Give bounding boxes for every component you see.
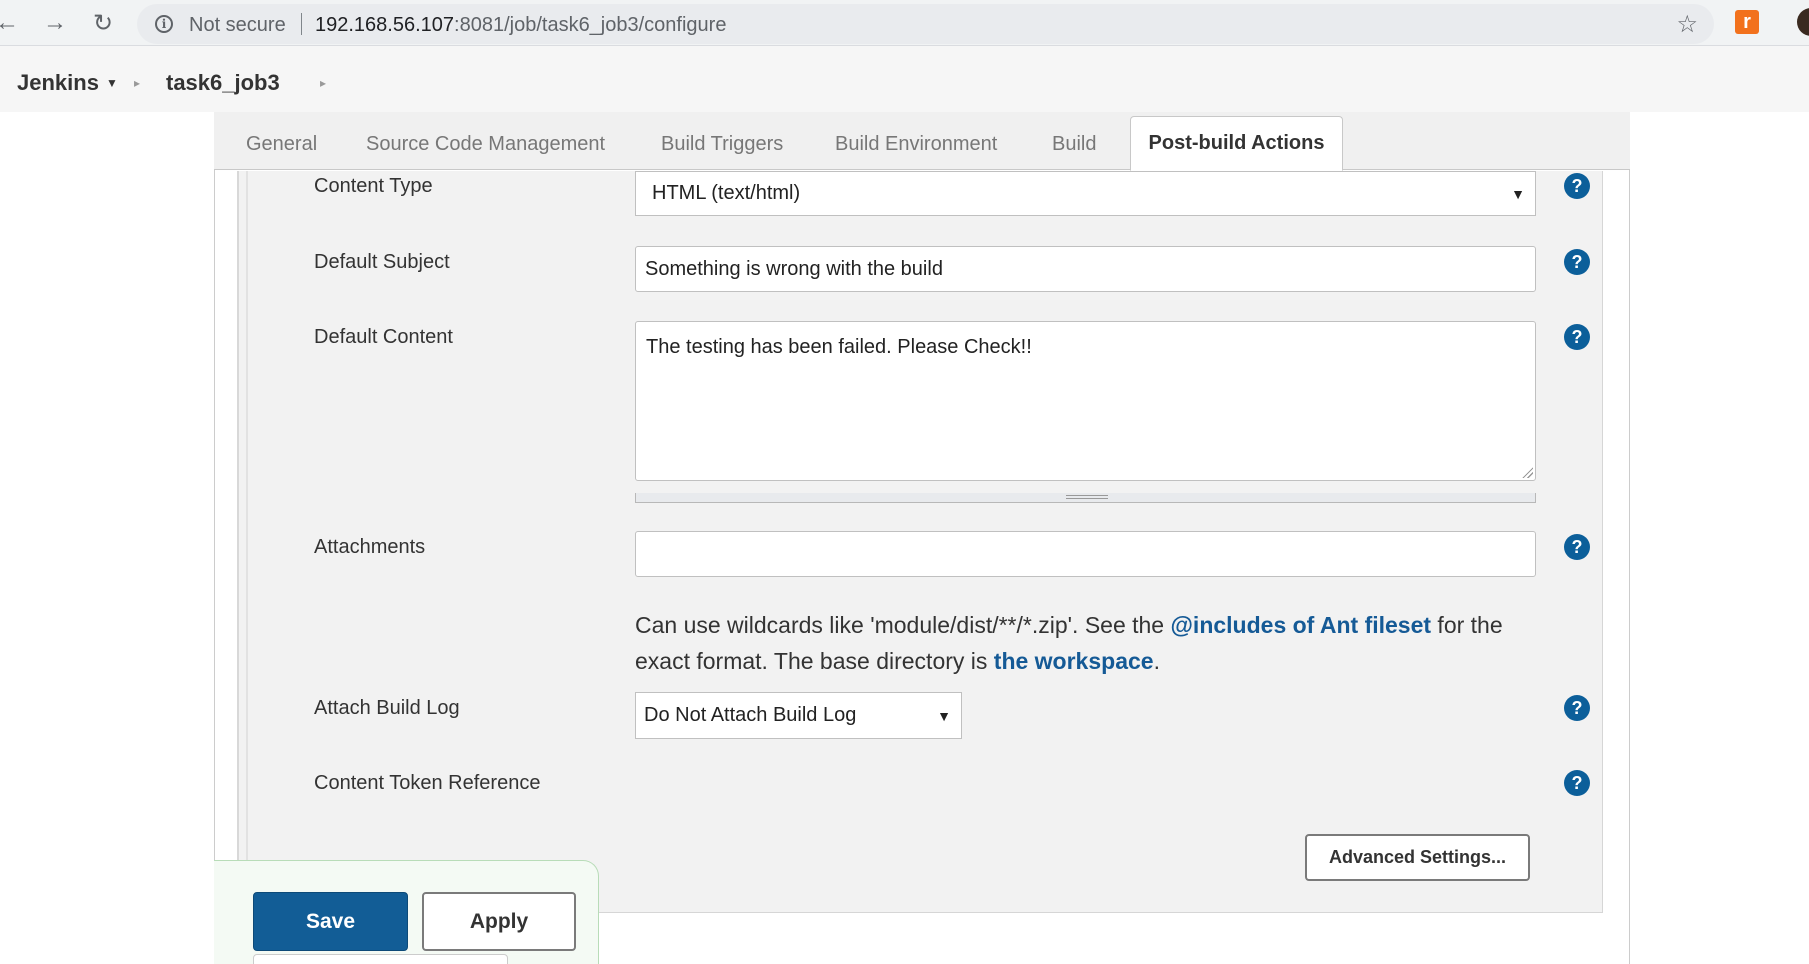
- help-icon[interactable]: ?: [1564, 534, 1590, 560]
- tab-source-code-management[interactable]: Source Code Management: [366, 133, 605, 156]
- extension-icon[interactable]: r: [1735, 10, 1759, 34]
- attachments-help-text: Can use wildcards like 'module/dist/**/*…: [635, 607, 1545, 679]
- content-type-select[interactable]: HTML (text/html) ▼: [635, 171, 1536, 216]
- help-text-part: Can use wildcards like 'module/dist/**/*…: [635, 612, 1171, 638]
- address-bar[interactable]: i Not secure 192.168.56.107:8081/job/tas…: [137, 4, 1714, 44]
- forward-icon[interactable]: →: [40, 8, 70, 38]
- back-icon[interactable]: ←: [0, 8, 22, 38]
- textarea-resize-bar[interactable]: [635, 493, 1536, 503]
- tab-build-triggers[interactable]: Build Triggers: [661, 133, 783, 156]
- dropdown-arrow-icon: ▼: [937, 707, 951, 724]
- attach-build-log-label: Attach Build Log: [314, 697, 460, 719]
- help-text-part: .: [1153, 648, 1160, 674]
- dropdown-arrow-icon: ▼: [1511, 185, 1525, 202]
- default-subject-label: Default Subject: [314, 251, 450, 273]
- attach-build-log-select[interactable]: Do Not Attach Build Log ▼: [635, 692, 962, 739]
- resize-handle-icon[interactable]: [1066, 495, 1108, 499]
- tab-build-environment[interactable]: Build Environment: [835, 133, 997, 156]
- advanced-settings-button[interactable]: Advanced Settings...: [1305, 834, 1530, 881]
- breadcrumb-jenkins[interactable]: Jenkins: [17, 70, 99, 96]
- default-content-textarea[interactable]: The testing has been failed. Please Chec…: [635, 321, 1536, 481]
- attachments-input[interactable]: [635, 531, 1536, 577]
- apply-button[interactable]: Apply: [422, 892, 576, 951]
- tab-general[interactable]: General: [246, 133, 317, 156]
- chevron-down-icon[interactable]: ▼: [106, 76, 118, 90]
- help-icon[interactable]: ?: [1564, 770, 1590, 796]
- url-path: :8081/job/task6_job3/configure: [454, 14, 727, 36]
- reload-icon[interactable]: ↻: [88, 8, 118, 38]
- help-icon[interactable]: ?: [1564, 695, 1590, 721]
- resize-grip-icon[interactable]: [1521, 466, 1533, 478]
- breadcrumb-arrow-icon: ▸: [134, 76, 141, 90]
- omnibox-divider: [301, 13, 302, 35]
- not-secure-label[interactable]: Not secure: [189, 14, 286, 37]
- content-type-value: HTML (text/html): [652, 182, 801, 204]
- info-icon[interactable]: i: [155, 15, 173, 33]
- url-text[interactable]: 192.168.56.107:8081/job/task6_job3/confi…: [315, 14, 726, 37]
- help-icon[interactable]: ?: [1564, 324, 1590, 350]
- attachments-label: Attachments: [314, 536, 426, 558]
- tab-build[interactable]: Build: [1052, 133, 1096, 156]
- url-host: 192.168.56.107: [315, 14, 455, 36]
- hidden-button-behind: [253, 954, 508, 964]
- help-icon[interactable]: ?: [1564, 173, 1590, 199]
- bookmark-star-icon[interactable]: ☆: [1676, 10, 1698, 39]
- attach-build-log-value: Do Not Attach Build Log: [644, 704, 857, 726]
- breadcrumb-job[interactable]: task6_job3: [166, 70, 280, 96]
- content-type-label: Content Type: [314, 175, 433, 197]
- content-token-reference-label: Content Token Reference: [314, 772, 541, 794]
- tab-post-build-actions[interactable]: Post-build Actions: [1130, 116, 1343, 171]
- ant-fileset-link[interactable]: @includes of Ant fileset: [1171, 612, 1432, 638]
- help-icon[interactable]: ?: [1564, 249, 1590, 275]
- default-subject-input[interactable]: Something is wrong with the build: [635, 246, 1536, 292]
- default-content-text: The testing has been failed. Please Chec…: [646, 336, 1032, 358]
- default-content-label: Default Content: [314, 326, 453, 348]
- save-button[interactable]: Save: [253, 892, 408, 951]
- section-divider: [246, 171, 248, 913]
- workspace-link[interactable]: the workspace: [994, 648, 1154, 674]
- breadcrumb-arrow-icon[interactable]: ▸: [320, 76, 326, 90]
